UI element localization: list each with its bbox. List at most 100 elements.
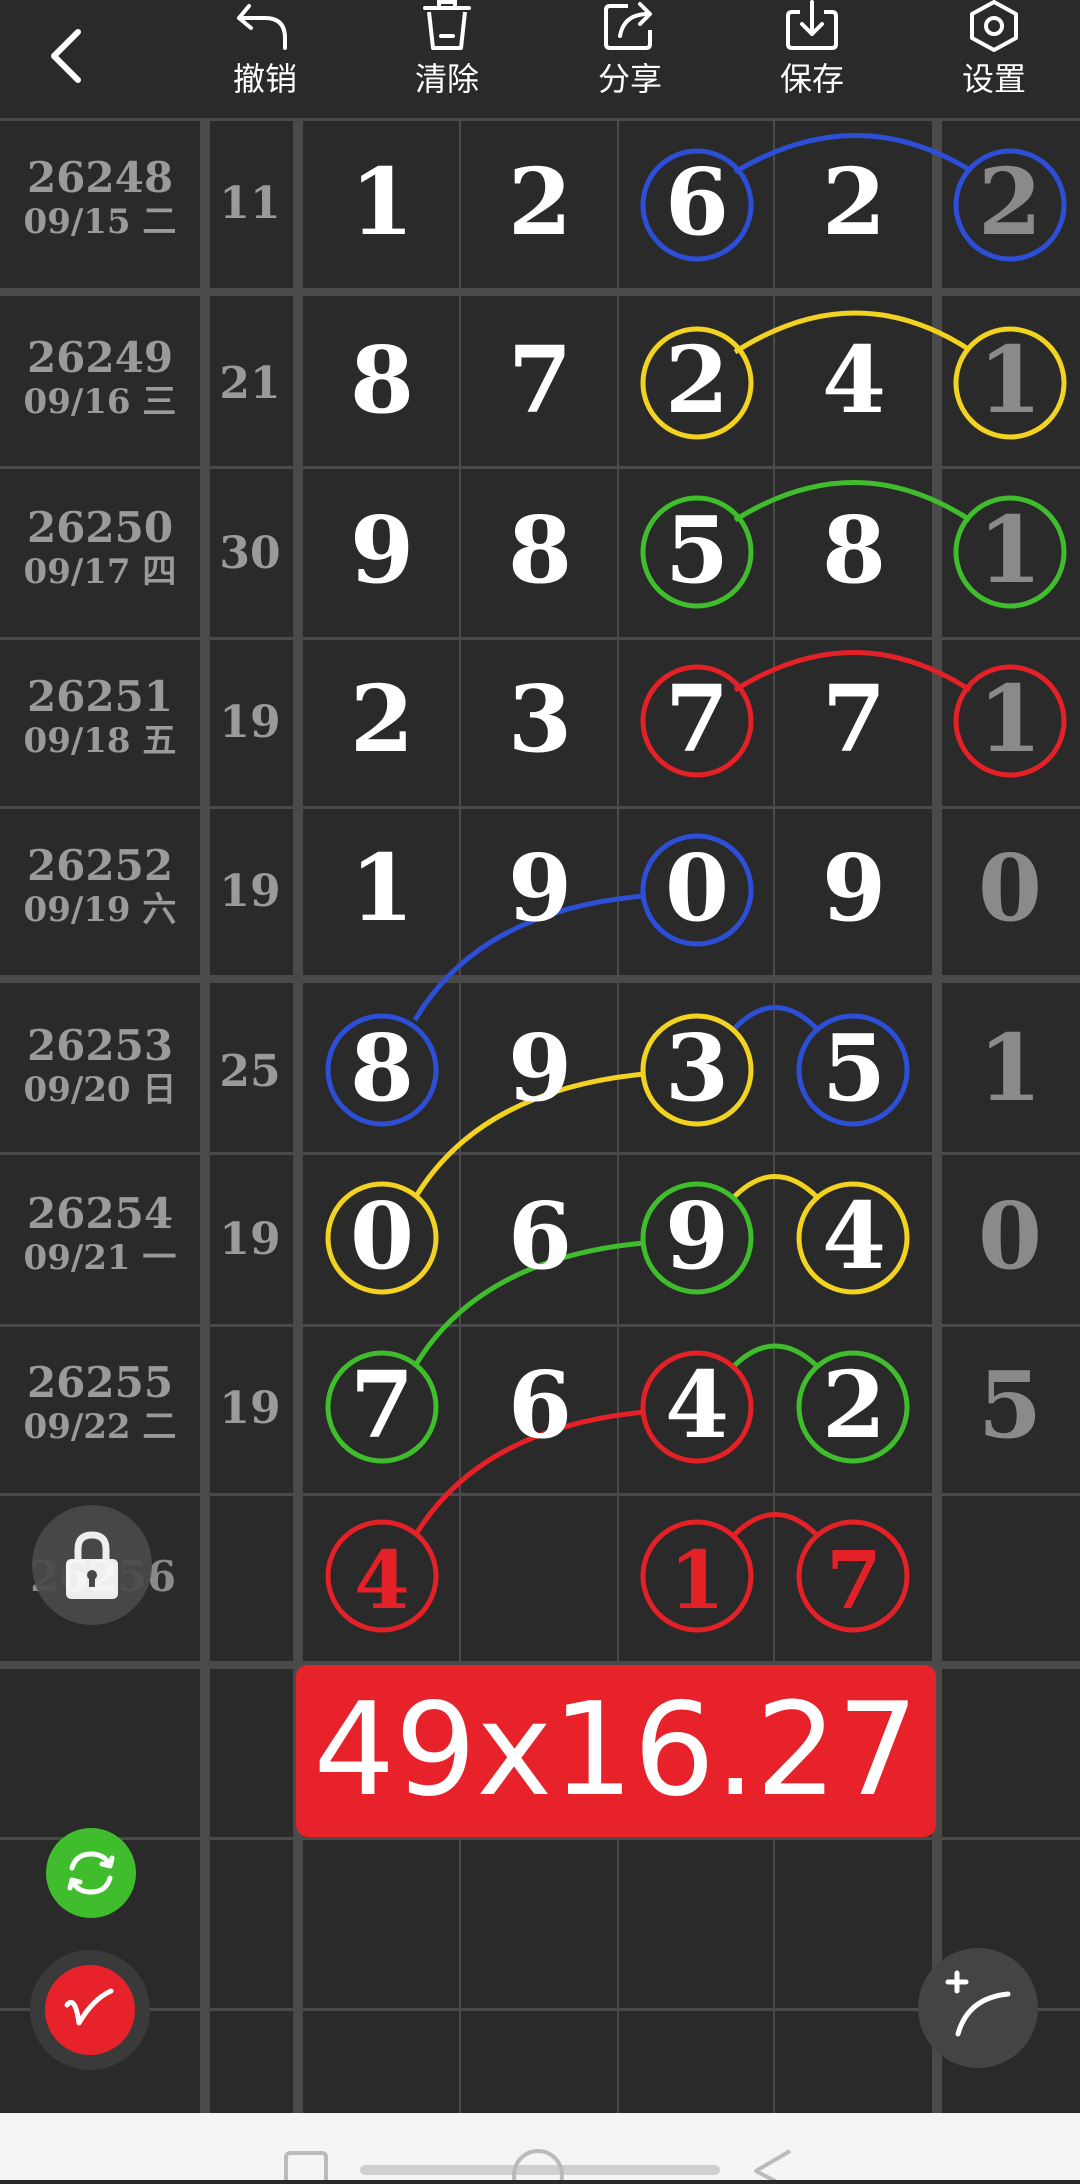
digit-cell: 7 — [349, 1351, 414, 1459]
nav-bar-icons — [284, 2149, 792, 2184]
predicted-digit: 4 — [354, 1533, 410, 1627]
back-arrow-icon — [51, 29, 81, 83]
issue-date: 09/21 一 — [23, 1238, 177, 1278]
undo-label: 撤销 — [232, 60, 297, 98]
share-label: 分享 — [597, 60, 662, 98]
digit-cell: 9 — [821, 834, 886, 942]
digit-cell: 1 — [977, 665, 1042, 773]
digit-cell: 8 — [821, 496, 886, 604]
grid-line — [0, 288, 1080, 296]
issue-number: 26249 — [26, 333, 174, 382]
issue-cell: 26249 09/16 三 — [0, 333, 200, 423]
sum-cell: 19 — [219, 866, 281, 917]
digit-cell: 1 — [349, 834, 414, 942]
issue-number: 26254 — [26, 1189, 174, 1238]
digit-cell: 5 — [977, 1351, 1042, 1459]
save-button[interactable]: 保存 — [752, 0, 872, 110]
save-icon — [786, 0, 838, 50]
pen-color-swatch — [45, 1965, 135, 2055]
share-icon — [604, 2, 652, 50]
digit-cell: 1 — [977, 1014, 1042, 1122]
sum-cell: 19 — [219, 1383, 281, 1434]
back-button[interactable] — [30, 10, 100, 90]
digit-cell: 8 — [349, 326, 414, 434]
issue-cell: 26253 09/20 日 — [0, 1022, 200, 1111]
digit-cell: 7 — [821, 665, 886, 773]
grid-line — [0, 466, 1080, 469]
issue-cell: 26250 09/17 四 — [0, 503, 200, 593]
trash-icon — [423, 0, 471, 50]
issue-number: 26251 — [26, 672, 174, 721]
digit-cell: 3 — [664, 1014, 729, 1122]
digit-cell: 9 — [349, 496, 414, 604]
digit-cell: 2 — [664, 326, 729, 434]
issue-cell: 26252 09/19 六 — [0, 841, 200, 931]
back-icon — [754, 2149, 792, 2184]
digit-cell: 5 — [664, 496, 729, 604]
digit-cell: 1 — [977, 496, 1042, 604]
digit-cell: 7 — [507, 326, 572, 434]
issue-date: 09/17 四 — [23, 552, 177, 592]
grid-line — [0, 1493, 1080, 1496]
sum-cell: 19 — [219, 697, 281, 748]
issue-date: 09/19 六 — [23, 890, 177, 930]
result-badge: 49x16.27 — [296, 1665, 936, 1837]
digit-cell: 6 — [507, 1182, 572, 1290]
digit-cell: 6 — [664, 148, 729, 256]
digit-cell: 0 — [664, 834, 729, 942]
digit-cell: 4 — [821, 1182, 886, 1290]
issue-date: 09/18 五 — [23, 721, 177, 761]
issue-date: 09/15 二 — [23, 202, 177, 242]
digit-cell: 8 — [349, 1014, 414, 1122]
pen-button[interactable] — [30, 1950, 150, 2070]
issue-cell: 26248 09/15 二 — [0, 153, 200, 243]
lock-icon — [66, 1531, 118, 1599]
sum-cell: 25 — [219, 1046, 281, 1097]
issue-date: 09/20 日 — [23, 1070, 177, 1110]
digit-cell: 2 — [977, 148, 1042, 256]
grid-line — [0, 118, 1080, 121]
issue-cell: 26251 09/18 五 — [0, 672, 200, 762]
digit-cell: 0 — [349, 1182, 414, 1290]
settings-icon — [970, 0, 1018, 52]
pen-icon — [64, 1988, 114, 2026]
digit-cell: 0 — [977, 834, 1042, 942]
clear-label: 清除 — [414, 60, 479, 98]
refresh-button[interactable] — [46, 1828, 136, 1918]
undo-button[interactable]: 撤销 — [205, 0, 325, 110]
digit-cell: 5 — [821, 1014, 886, 1122]
sum-cell: 21 — [219, 358, 281, 409]
system-navigation-bar — [0, 2113, 1080, 2184]
grid-line — [0, 975, 1080, 983]
digit-cell: 2 — [821, 148, 886, 256]
clear-button[interactable]: 清除 — [387, 0, 507, 110]
issue-number: 26255 — [26, 1358, 174, 1407]
digit-cell: 4 — [664, 1351, 729, 1459]
predicted-digit: 7 — [826, 1533, 882, 1627]
sum-cell: 11 — [219, 178, 281, 229]
issue-cell: 26254 09/21 一 — [0, 1189, 200, 1279]
digit-cell: 1 — [977, 326, 1042, 434]
digit-cell: 3 — [507, 665, 572, 773]
grid-line — [0, 1324, 1080, 1327]
lock-button[interactable] — [32, 1505, 152, 1625]
home-gesture-bar — [360, 2165, 720, 2175]
digit-cell: 2 — [349, 665, 414, 773]
digit-cell: 6 — [507, 1351, 572, 1459]
grid-line — [200, 118, 210, 2113]
predicted-digit: 1 — [669, 1533, 725, 1627]
share-button[interactable]: 分享 — [570, 0, 690, 110]
sum-cell: 19 — [219, 1214, 281, 1265]
digit-cell: 9 — [507, 1014, 572, 1122]
settings-label: 设置 — [961, 60, 1026, 98]
sum-cell: 30 — [219, 528, 281, 579]
issue-date: 09/16 三 — [23, 382, 177, 422]
issue-number: 26248 — [26, 153, 174, 202]
settings-button[interactable]: 设置 — [934, 0, 1054, 110]
draw-line-icon — [945, 1970, 1011, 2037]
digit-cell: 8 — [507, 496, 572, 604]
issue-number: 26252 — [26, 841, 174, 890]
issue-number: 26250 — [26, 503, 174, 552]
issue-cell: 26255 09/22 二 — [0, 1358, 200, 1448]
draw-line-button[interactable] — [918, 1948, 1038, 2068]
